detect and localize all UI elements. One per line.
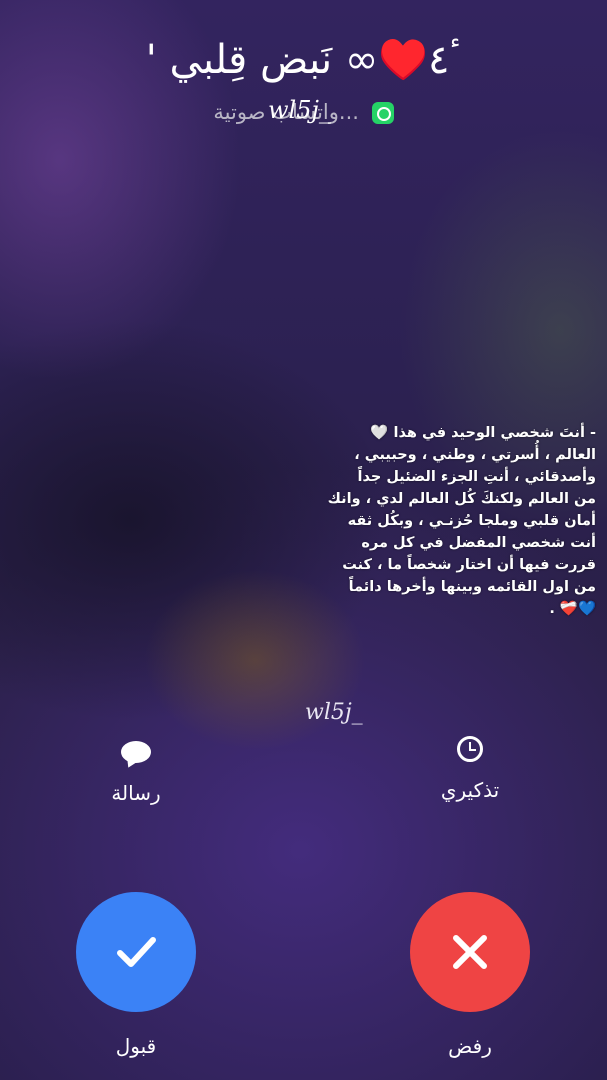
quote-line: قررت فيها أن اختار شخصاً ما ، كنت	[342, 557, 596, 573]
caller-name: ٴ٤♥️∞ نَبض قِلبي '	[145, 37, 462, 83]
decline-call-button[interactable]	[410, 892, 530, 1012]
quote-line: 💙❤️‍🩹 .	[549, 601, 596, 617]
quote-text: - أنتَ شخصي الوحيد في هذا 🤍 العالم ، أُس…	[300, 422, 596, 620]
message-label: رسالة	[111, 781, 161, 805]
alarm-clock-icon	[457, 736, 483, 762]
accept-call-button[interactable]	[76, 892, 196, 1012]
quote-line: وأصدقائي ، أنتِ الجزء الضئيل جداً	[357, 469, 596, 485]
watermark-signature: wl5j_	[305, 700, 363, 725]
quote-line: من اول القائمه وبينها وأخرها دائماً	[348, 579, 596, 595]
accept-label: قبول	[115, 1034, 157, 1058]
x-icon	[453, 935, 487, 969]
quote-line: - أنتَ شخصي الوحيد في هذا 🤍	[370, 425, 596, 441]
decline-label: رفض	[448, 1034, 492, 1058]
remind-me-label: تذكيري	[440, 778, 500, 802]
remind-me-button[interactable]: تذكيري	[410, 732, 530, 802]
watermark-signature-top: wl5j_	[268, 96, 331, 124]
message-button[interactable]: رسالة	[76, 735, 196, 805]
quote-line: العالم ، أُسرتي ، وطني ، وحبيبي ،	[354, 447, 596, 463]
whatsapp-icon	[371, 102, 394, 124]
message-bubble-icon	[121, 741, 151, 763]
checkmark-icon	[117, 937, 156, 967]
quote-line: أمان قلبي وملجا حُزنـي ، وبكُل ثقه	[347, 513, 596, 529]
quote-line: أنت شخصي المفضل في كل مره	[361, 535, 596, 551]
quote-line: من العالم ولكنكَ كُل العالم لدي ، وانك	[327, 491, 596, 507]
